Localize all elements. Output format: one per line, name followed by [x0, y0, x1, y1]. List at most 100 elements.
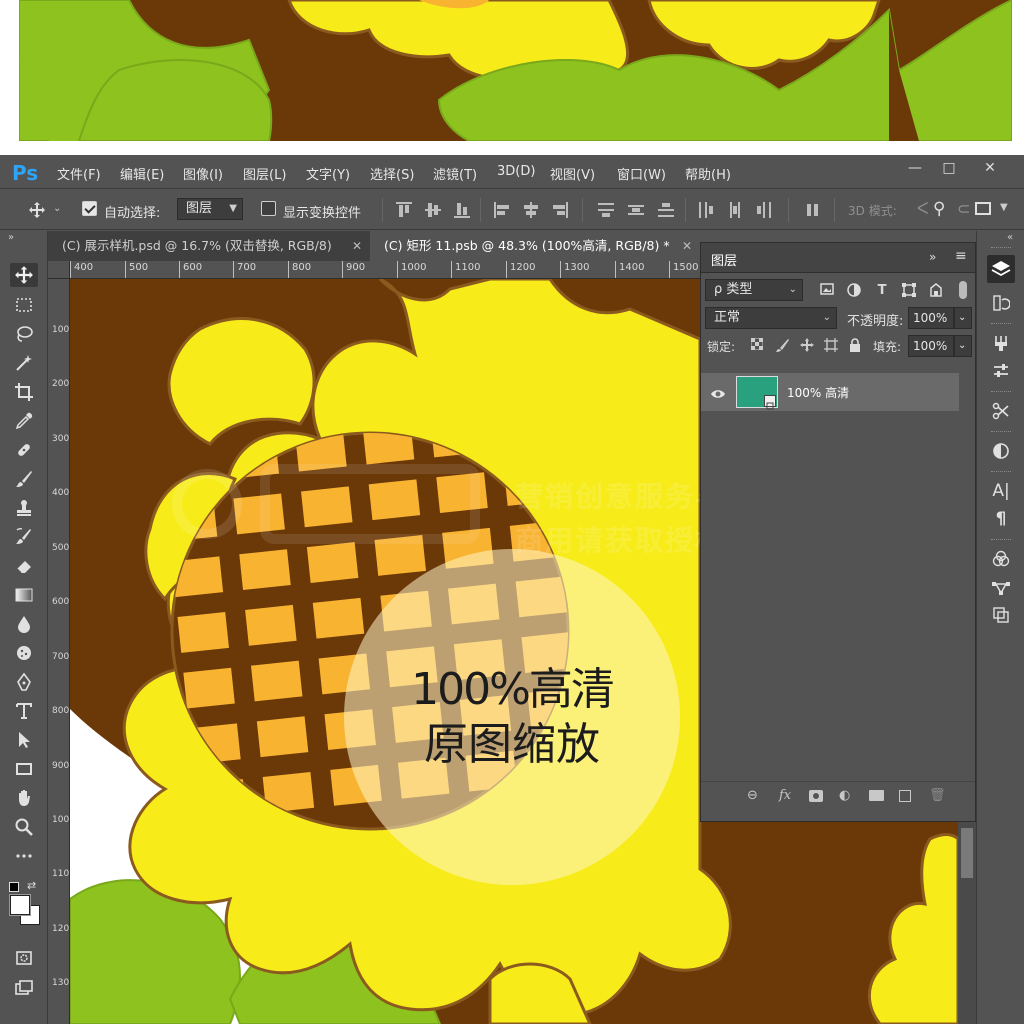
foreground-color-swatch[interactable] — [9, 894, 31, 916]
menu-select[interactable]: 选择(S) — [370, 164, 414, 183]
history-icon[interactable] — [989, 291, 1013, 315]
paths-icon[interactable] — [989, 575, 1013, 599]
menu-edit[interactable]: 编辑(E) — [120, 164, 164, 183]
chevron-down-icon[interactable]: ⌄ — [53, 203, 61, 214]
filter-adjustment-icon[interactable] — [846, 283, 862, 299]
more-tools-icon[interactable] — [10, 844, 38, 868]
align-top-icon[interactable] — [396, 202, 412, 218]
blur-tool-icon[interactable] — [10, 612, 38, 636]
layer-name[interactable]: 100% 高清 — [787, 384, 849, 401]
eraser-tool-icon[interactable] — [10, 554, 38, 578]
panel-title[interactable]: 图层 — [711, 250, 737, 269]
collapse-panel-icon[interactable]: » — [929, 250, 936, 264]
close-icon[interactable]: ✕ — [352, 231, 362, 261]
maximize-button[interactable]: □ — [934, 158, 964, 178]
distribute-left-icon[interactable] — [698, 202, 714, 218]
collapse-dock-icon[interactable]: « — [1007, 232, 1013, 243]
auto-select-target-dropdown[interactable]: 图层 ▼ — [177, 198, 243, 220]
auto-select-checkbox[interactable] — [82, 201, 97, 216]
menu-view[interactable]: 视图(V) — [550, 164, 595, 183]
distribute-right-icon[interactable] — [756, 202, 772, 218]
tab-rectangle-11[interactable]: (C) 矩形 11.psb @ 48.3% (100%高清, RGB/8) * … — [370, 231, 700, 261]
minimize-button[interactable]: — — [900, 158, 930, 178]
layer-filter-dropdown[interactable]: ρ 类型 ⌄ — [705, 279, 803, 301]
chevron-down-icon[interactable]: ⌄ — [954, 335, 972, 357]
3d-rotate-icon[interactable]: ᐸ — [917, 199, 929, 218]
quick-mask-icon[interactable] — [10, 946, 38, 970]
dock-grip[interactable] — [991, 471, 1011, 474]
lasso-tool-icon[interactable] — [10, 322, 38, 346]
pen-tool-icon[interactable] — [10, 670, 38, 694]
panel-menu-icon[interactable]: ≡ — [955, 248, 967, 264]
vertical-ruler[interactable]: 100 200 300 400 500 600 700 800 900 1000… — [48, 279, 70, 1024]
fill-field[interactable]: 100% — [908, 335, 954, 357]
workspace-icon[interactable] — [975, 202, 991, 215]
scrollbar-thumb[interactable] — [961, 828, 973, 878]
history-brush-icon[interactable] — [10, 525, 38, 549]
filter-smart-object-icon[interactable] — [928, 283, 944, 299]
character-icon[interactable]: A| — [989, 479, 1013, 503]
adjustments-icon[interactable] — [989, 359, 1013, 383]
distribute-vcenter-icon[interactable] — [628, 202, 644, 218]
chevron-down-icon[interactable]: ⌄ — [954, 307, 972, 329]
swap-colors-icon[interactable]: ⇄ — [27, 879, 36, 892]
menu-file[interactable]: 文件(F) — [57, 164, 101, 183]
align-vcenter-icon[interactable] — [425, 202, 441, 218]
show-transform-checkbox[interactable] — [261, 201, 276, 216]
filter-shape-icon[interactable] — [901, 283, 917, 299]
channels-icon[interactable] — [989, 547, 1013, 571]
3d-roll-icon[interactable]: ⊂ — [957, 199, 970, 218]
dock-grip[interactable] — [991, 323, 1011, 326]
dock-grip[interactable] — [991, 431, 1011, 434]
dock-grip[interactable] — [991, 391, 1011, 394]
fx-icon[interactable]: fx — [779, 788, 791, 803]
search-icon[interactable]: ⚲ — [933, 199, 945, 219]
distribute-bottom-icon[interactable] — [658, 202, 674, 218]
brush-tool-icon[interactable] — [10, 467, 38, 491]
move-tool-icon[interactable] — [28, 201, 46, 219]
chevron-down-icon[interactable]: ▼ — [1000, 202, 1008, 213]
close-button[interactable]: ✕ — [975, 158, 1005, 178]
align-left-icon[interactable] — [494, 202, 510, 218]
paragraph-icon[interactable]: ¶ — [989, 507, 1013, 531]
close-icon[interactable]: ✕ — [682, 231, 692, 261]
crop-tool-icon[interactable] — [10, 380, 38, 404]
path-select-icon[interactable] — [10, 728, 38, 752]
menu-3d[interactable]: 3D(D) — [497, 164, 535, 179]
lock-position-icon[interactable] — [799, 338, 815, 354]
add-mask-icon[interactable] — [809, 790, 823, 802]
healing-brush-icon[interactable] — [10, 438, 38, 462]
gradient-tool-icon[interactable] — [10, 583, 38, 607]
type-tool-icon[interactable] — [10, 699, 38, 723]
layers-icon[interactable] — [987, 255, 1015, 283]
lock-artboard-icon[interactable] — [823, 338, 839, 354]
menu-image[interactable]: 图像(I) — [183, 164, 223, 183]
default-colors-icon[interactable] — [9, 882, 19, 892]
dock-grip[interactable] — [991, 247, 1011, 250]
rectangle-tool-icon[interactable] — [10, 757, 38, 781]
new-group-icon[interactable] — [869, 790, 884, 801]
screen-mode-icon[interactable] — [10, 976, 38, 1000]
hand-tool-icon[interactable] — [10, 786, 38, 810]
tab-mockup[interactable]: (C) 展示样机.psd @ 16.7% (双击替换, RGB/8) ✕ — [48, 231, 370, 261]
align-right-icon[interactable] — [552, 202, 568, 218]
color-icon[interactable] — [989, 439, 1013, 463]
magic-wand-icon[interactable] — [10, 351, 38, 375]
eye-icon[interactable] — [710, 385, 726, 398]
zoom-tool-icon[interactable] — [10, 815, 38, 839]
menu-filter[interactable]: 滤镜(T) — [433, 164, 477, 183]
sponge-tool-icon[interactable] — [10, 641, 38, 665]
lock-all-icon[interactable] — [847, 338, 863, 354]
menu-layer[interactable]: 图层(L) — [243, 164, 286, 183]
dock-grip[interactable] — [991, 539, 1011, 542]
tools-preset-icon[interactable] — [989, 399, 1013, 423]
opacity-field[interactable]: 100% — [908, 307, 954, 329]
horizontal-ruler[interactable]: 400 500 600 700 800 900 1000 1100 1200 1… — [70, 261, 700, 279]
lock-pixels-icon[interactable] — [774, 338, 790, 354]
vertical-scrollbar[interactable] — [958, 822, 976, 1024]
brush-settings-icon[interactable] — [989, 331, 1013, 355]
new-layer-icon[interactable] — [899, 790, 911, 802]
eyedropper-icon[interactable] — [10, 409, 38, 433]
lock-transparency-icon[interactable] — [749, 337, 765, 354]
filter-toggle[interactable] — [959, 281, 967, 299]
